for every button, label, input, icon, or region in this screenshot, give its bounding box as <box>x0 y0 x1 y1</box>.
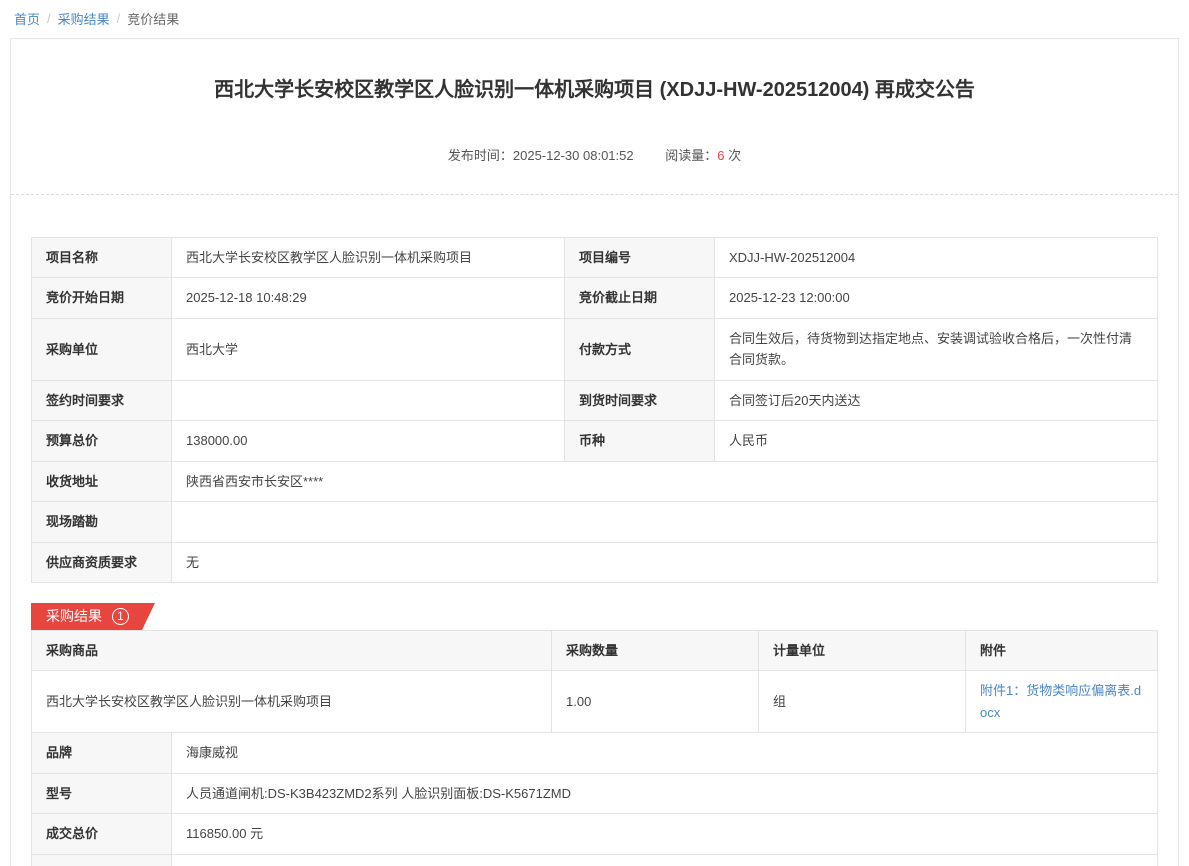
field-value: 2025-12-18 10:48:29 <box>172 278 565 318</box>
field-value: 西北大学 <box>172 318 565 380</box>
supplier-value: 陕西基品电子科技有限公司 <box>172 854 1158 866</box>
field-value: 陕西省西安市长安区**** <box>172 461 1158 501</box>
goods-unit: 组 <box>759 671 966 733</box>
field-label: 型号 <box>32 773 172 813</box>
table-row: 采购单位 西北大学 付款方式 合同生效后，待货物到达指定地点、安装调试验收合格后… <box>32 318 1158 380</box>
field-label: 品牌 <box>32 733 172 773</box>
view-count-value: 6 <box>717 148 724 163</box>
publish-time-label: 发布时间： <box>448 148 513 163</box>
table-row: 型号 人员通道闸机:DS-K3B423ZMD2系列 人脸识别面板:DS-K567… <box>32 773 1158 813</box>
field-value <box>172 502 1158 542</box>
field-label: 收货地址 <box>32 461 172 501</box>
field-label: 供应商资质要求 <box>32 542 172 582</box>
table-row: 西北大学长安校区教学区人脸识别一体机采购项目 1.00 组 附件1：货物类响应偏… <box>32 671 1158 733</box>
field-value: 无 <box>172 542 1158 582</box>
breadcrumb-separator: / <box>47 11 51 26</box>
breadcrumb-separator: / <box>117 11 121 26</box>
field-value: 合同签订后20天内送达 <box>715 380 1158 420</box>
title-section: 西北大学长安校区教学区人脸识别一体机采购项目 (XDJJ-HW-20251200… <box>11 39 1178 164</box>
announcement-content: 项目名称 西北大学长安校区教学区人脸识别一体机采购项目 项目编号 XDJJ-HW… <box>11 195 1178 866</box>
field-label: 签约时间要求 <box>32 380 172 420</box>
attachment-link[interactable]: 附件1：货物类响应偏离表.docx <box>980 683 1141 719</box>
field-label: 到货时间要求 <box>565 380 715 420</box>
column-header: 采购数量 <box>552 630 759 670</box>
field-value <box>172 380 565 420</box>
table-row: 供应商资质要求 无 <box>32 542 1158 582</box>
table-row: 品牌 海康威视 <box>32 733 1158 773</box>
table-row: 签约时间要求 到货时间要求 合同签订后20天内送达 <box>32 380 1158 420</box>
field-value: 人民币 <box>715 421 1158 461</box>
view-count: 阅读量：6 次 <box>665 148 741 163</box>
model-value: 人员通道闸机:DS-K3B423ZMD2系列 人脸识别面板:DS-K5671ZM… <box>172 773 1158 813</box>
breadcrumb-home-link[interactable]: 首页 <box>14 9 40 28</box>
field-label: 项目名称 <box>32 238 172 278</box>
column-header: 附件 <box>966 630 1158 670</box>
result-badge-row: 采购结果 1 <box>31 603 1158 630</box>
field-label: 项目编号 <box>565 238 715 278</box>
table-row: 成交总价 116850.00 元 <box>32 814 1158 854</box>
publish-time-value: 2025-12-30 08:01:52 <box>513 148 634 163</box>
badge-count: 1 <box>112 608 129 625</box>
badge-label: 采购结果 <box>46 606 102 626</box>
field-value: 西北大学长安校区教学区人脸识别一体机采购项目 <box>172 238 565 278</box>
page-title: 西北大学长安校区教学区人脸识别一体机采购项目 (XDJJ-HW-20251200… <box>31 77 1158 103</box>
table-row: 预算总价 138000.00 币种 人民币 <box>32 421 1158 461</box>
table-row: 收货地址 陕西省西安市长安区**** <box>32 461 1158 501</box>
table-row: 竞价开始日期 2025-12-18 10:48:29 竞价截止日期 2025-1… <box>32 278 1158 318</box>
field-value: 合同生效后，待货物到达指定地点、安装调试验收合格后，一次性付清合同货款。 <box>715 318 1158 380</box>
deal-detail-table: 品牌 海康威视 型号 人员通道闸机:DS-K3B423ZMD2系列 人脸识别面板… <box>31 732 1158 866</box>
announcement-meta: 发布时间：2025-12-30 08:01:52 阅读量：6 次 <box>31 145 1158 164</box>
goods-table: 采购商品 采购数量 计量单位 附件 西北大学长安校区教学区人脸识别一体机采购项目… <box>31 630 1158 733</box>
field-value: XDJJ-HW-202512004 <box>715 238 1158 278</box>
deal-total-price: 116850.00 元 <box>172 814 1158 854</box>
breadcrumb-procurement-results-link[interactable]: 采购结果 <box>58 9 110 28</box>
table-row: 成交供应商 陕西基品电子科技有限公司 <box>32 854 1158 866</box>
field-label: 现场踏勘 <box>32 502 172 542</box>
table-row: 现场踏勘 <box>32 502 1158 542</box>
field-label: 预算总价 <box>32 421 172 461</box>
field-label: 成交总价 <box>32 814 172 854</box>
budget-total-price: 138000.00 <box>172 421 565 461</box>
view-count-label: 阅读量： <box>665 148 717 163</box>
breadcrumb-current-page: 竞价结果 <box>127 9 179 28</box>
view-count-suffix: 次 <box>728 148 741 163</box>
field-label: 采购单位 <box>32 318 172 380</box>
field-value: 2025-12-23 12:00:00 <box>715 278 1158 318</box>
field-label: 成交供应商 <box>32 854 172 866</box>
field-label: 竞价开始日期 <box>32 278 172 318</box>
goods-quantity: 1.00 <box>552 671 759 733</box>
publish-time: 发布时间：2025-12-30 08:01:52 <box>448 148 634 163</box>
column-header: 采购商品 <box>32 630 552 670</box>
announcement-card: 西北大学长安校区教学区人脸识别一体机采购项目 (XDJJ-HW-20251200… <box>10 38 1179 866</box>
procurement-result-badge: 采购结果 1 <box>31 603 155 630</box>
field-label: 竞价截止日期 <box>565 278 715 318</box>
field-label: 币种 <box>565 421 715 461</box>
project-info-table: 项目名称 西北大学长安校区教学区人脸识别一体机采购项目 项目编号 XDJJ-HW… <box>31 237 1158 583</box>
table-row: 项目名称 西北大学长安校区教学区人脸识别一体机采购项目 项目编号 XDJJ-HW… <box>32 238 1158 278</box>
column-header: 计量单位 <box>759 630 966 670</box>
table-header-row: 采购商品 采购数量 计量单位 附件 <box>32 630 1158 670</box>
breadcrumb: 首页 / 采购结果 / 竞价结果 <box>0 0 1189 36</box>
field-label: 付款方式 <box>565 318 715 380</box>
goods-name: 西北大学长安校区教学区人脸识别一体机采购项目 <box>32 671 552 733</box>
brand-value: 海康威视 <box>172 733 1158 773</box>
